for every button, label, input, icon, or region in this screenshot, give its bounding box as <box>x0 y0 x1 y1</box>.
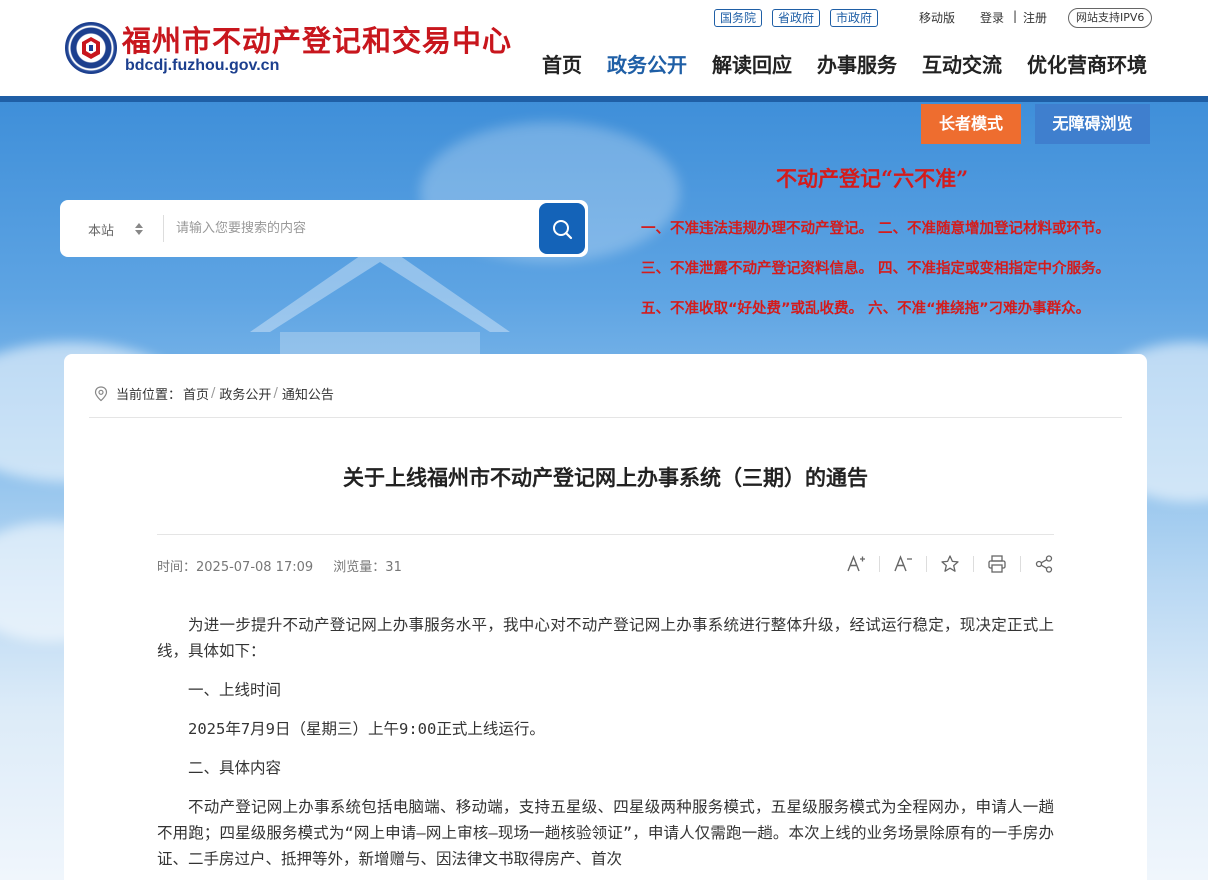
six-rules-line: 一、不准违法违规办理不动产登记。 二、不准随意增加登记材料或环节。 <box>641 221 1111 237</box>
nav-services[interactable]: 办事服务 <box>817 52 897 78</box>
breadcrumb-separator: / <box>273 386 278 401</box>
publish-time: 时间：2025-07-08 17:09 <box>157 560 314 575</box>
location-pin-icon <box>94 385 108 401</box>
tool-divider <box>1020 556 1021 572</box>
elder-mode-button[interactable]: 长者模式 <box>921 104 1021 144</box>
breadcrumb-divider <box>89 417 1122 418</box>
breadcrumb-notices[interactable]: 通知公告 <box>282 384 334 403</box>
six-rules-title: 不动产登记“六不准” <box>776 166 969 191</box>
print-icon[interactable] <box>985 552 1009 576</box>
site-header: 福州市不动产登记和交易中心 bdcdj.fuzhou.gov.cn 国务院 省政… <box>0 0 1208 97</box>
site-url: bdcdj.fuzhou.gov.cn <box>125 57 280 74</box>
ipv6-badge: 网站支持IPV6 <box>1068 8 1153 28</box>
search-icon <box>553 219 573 239</box>
search-button[interactable] <box>539 203 585 254</box>
view-count: 浏览量：31 <box>333 560 402 575</box>
nav-business-env[interactable]: 优化营商环境 <box>1027 52 1147 78</box>
accessible-browse-button[interactable]: 无障碍浏览 <box>1035 104 1150 144</box>
search-bar: 本站 <box>60 200 588 257</box>
sort-arrows-icon[interactable] <box>135 221 143 237</box>
breadcrumb-gov-affairs[interactable]: 政务公开 <box>219 384 271 403</box>
nav-gov-affairs[interactable]: 政务公开 <box>607 52 687 78</box>
mobile-version-link[interactable]: 移动版 <box>919 9 955 26</box>
link-province-gov[interactable]: 省政府 <box>772 9 821 27</box>
tool-divider <box>973 556 974 572</box>
nav-interaction[interactable]: 互动交流 <box>922 52 1002 78</box>
article-paragraph: 不动产登记网上办事系统包括电脑端、移动端，支持五星级、四星级两种服务模式，五星级… <box>157 798 1054 868</box>
article-paragraph: 为进一步提升不动产登记网上办事服务水平，我中心对不动产登记网上办事系统进行整体升… <box>157 616 1054 660</box>
article-section-heading: 一、上线时间 <box>188 681 282 699</box>
share-icon[interactable] <box>1032 552 1056 576</box>
breadcrumb-separator: / <box>211 386 216 401</box>
link-state-council[interactable]: 国务院 <box>714 9 763 27</box>
tool-divider <box>926 556 927 572</box>
top-links: 国务院 省政府 市政府 <box>714 8 888 28</box>
title-divider <box>157 534 1054 535</box>
search-scope-select[interactable]: 本站 <box>88 220 114 239</box>
breadcrumb: 当前位置： 首页 / 政务公开 / 通知公告 <box>94 384 336 403</box>
font-decrease-icon[interactable] <box>891 552 915 576</box>
star-icon[interactable] <box>938 552 962 576</box>
article-paragraph: 2025年7月9日（星期三）上午9:00正式上线运行。 <box>188 720 545 738</box>
login-separator: | <box>1013 9 1018 23</box>
site-title[interactable]: 福州市不动产登记和交易中心 <box>122 18 512 60</box>
six-rules-line: 三、不准泄露不动产登记资料信息。 四、不准指定或变相指定中介服务。 <box>641 261 1111 277</box>
article-body: 为进一步提升不动产登记网上办事服务水平，我中心对不动产登记网上办事系统进行整体升… <box>157 612 1054 880</box>
article-tools <box>844 552 1056 576</box>
register-link[interactable]: 注册 <box>1023 9 1047 26</box>
nav-home[interactable]: 首页 <box>542 52 582 78</box>
article-card: 当前位置： 首页 / 政务公开 / 通知公告 关于上线福州市不动产登记网上办事系统（… <box>64 354 1147 880</box>
login-link[interactable]: 登录 <box>980 9 1004 26</box>
article-meta: 时间：2025-07-08 17:09 浏览量：31 <box>157 556 402 575</box>
site-logo-icon[interactable] <box>65 22 117 74</box>
font-increase-icon[interactable] <box>844 552 868 576</box>
main-nav: 首页 政务公开 解读回应 办事服务 互动交流 优化营商环境 <box>542 52 1147 78</box>
tool-divider <box>879 556 880 572</box>
nav-interpretation[interactable]: 解读回应 <box>712 52 792 78</box>
six-rules-line: 五、不准收取“好处费”或乱收费。 六、不准“推绕拖”刁难办事群众。 <box>641 301 1091 317</box>
breadcrumb-home[interactable]: 首页 <box>183 384 209 403</box>
article-title: 关于上线福州市不动产登记网上办事系统（三期）的通告 <box>343 466 868 490</box>
search-input[interactable] <box>176 216 536 241</box>
article-section-heading: 二、具体内容 <box>188 759 282 777</box>
breadcrumb-label: 当前位置： <box>116 388 182 403</box>
link-city-gov[interactable]: 市政府 <box>830 9 879 27</box>
search-divider <box>163 215 164 242</box>
